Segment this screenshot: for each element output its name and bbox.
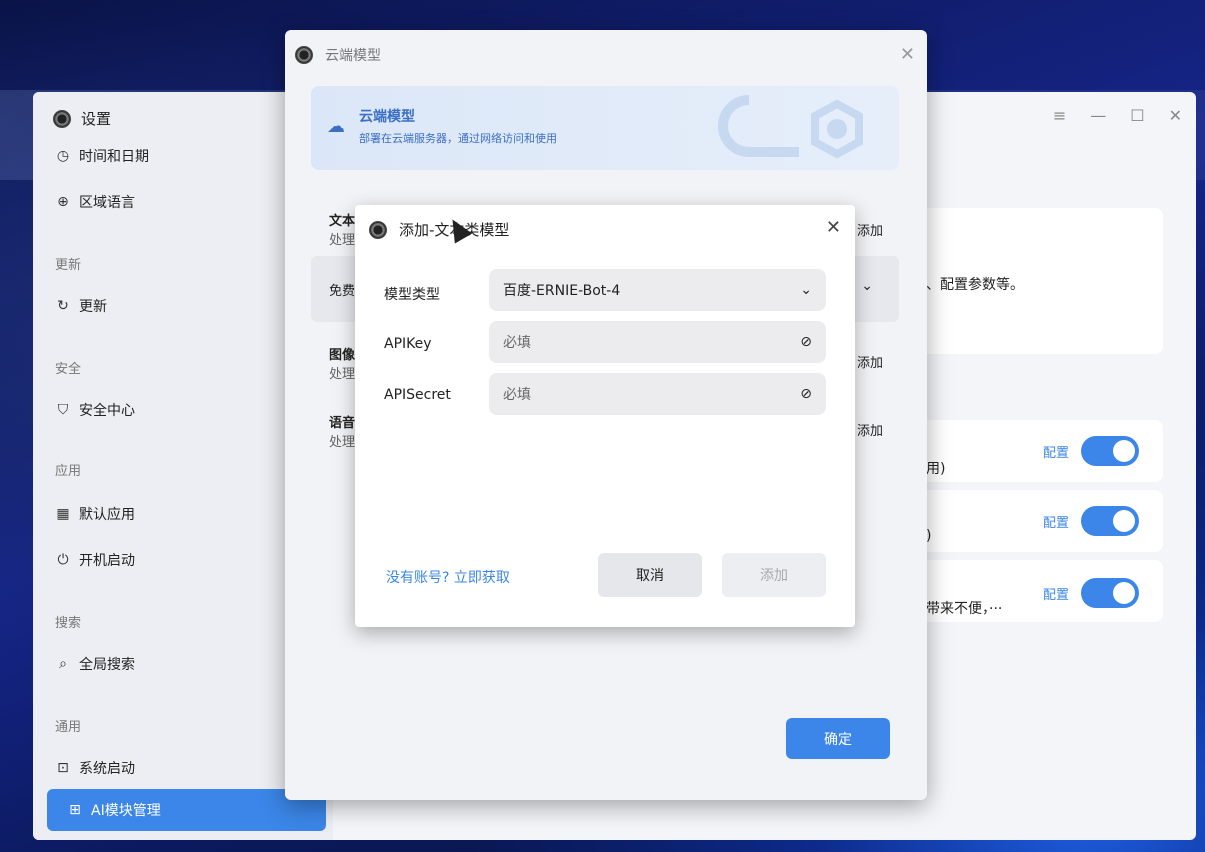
config-link[interactable]: 配置: [1043, 584, 1069, 603]
cloud-banner: ☁ 云端模型 部署在云端服务器，通过网络访问和使用: [311, 86, 899, 170]
section-speech: 语音 处理: [329, 412, 355, 450]
add-speech-button[interactable]: 添加: [857, 420, 883, 439]
clock-icon: ◷: [56, 148, 70, 164]
module-config: 配置: [1043, 578, 1140, 608]
sidebar-item-default-apps[interactable]: ▦ 默认应用: [55, 504, 135, 524]
apps-icon: ▦: [56, 506, 70, 522]
free-label: 免费: [329, 284, 356, 299]
maximize-icon[interactable]: ☐: [1130, 106, 1144, 125]
shield-icon: ⛉: [57, 402, 69, 418]
module-config: 配置: [1043, 506, 1140, 536]
globe-icon: ⊕: [57, 194, 69, 210]
settings-title-label: 设置: [81, 110, 112, 128]
section-title: 文本: [329, 214, 356, 229]
section-title: 图像: [329, 348, 356, 363]
add-image-button[interactable]: 添加: [857, 352, 883, 371]
chevron-down-icon[interactable]: ⌄: [861, 278, 873, 294]
sidebar-group-apps: 应用: [55, 464, 82, 479]
cloud-titlebar: 云端模型: [285, 30, 927, 80]
sidebar-item-ai-module[interactable]: ⊞ AI模块管理: [47, 789, 326, 831]
cloud-icon: ☁: [327, 116, 345, 137]
model-type-select[interactable]: 百度-ERNIE-Bot-4 ⌄: [489, 269, 826, 311]
window-controls: ≡ — ☐ ✕: [1053, 106, 1182, 125]
boot-icon: ⊡: [57, 760, 69, 776]
close-icon[interactable]: ✕: [900, 44, 915, 65]
add-text-button[interactable]: 添加: [857, 220, 883, 239]
section-sub: 处理: [329, 435, 356, 450]
module-config: 配置: [1043, 436, 1140, 466]
module-toggle[interactable]: [1081, 436, 1140, 466]
banner-subtitle: 部署在云端服务器，通过网络访问和使用: [359, 132, 557, 145]
dialog-title: 添加-文本类模型: [369, 219, 509, 240]
model-type-label: 模型类型: [384, 287, 440, 303]
module-row-text: 用): [926, 461, 946, 477]
ai-module-icon: ⊞: [69, 802, 81, 818]
cloud-decoration-icon: [718, 95, 863, 159]
sidebar-item-region-language[interactable]: ⊕ 区域语言: [55, 192, 135, 212]
apisecret-label: APISecret: [384, 387, 451, 403]
dialog-app-icon: [369, 220, 387, 239]
banner-title: 云端模型: [359, 109, 415, 125]
section-sub: 处理: [329, 367, 356, 382]
apikey-input[interactable]: 必填 ⊘: [489, 321, 826, 363]
module-toggle[interactable]: [1081, 506, 1140, 536]
sidebar-item-label: 开机启动: [79, 553, 135, 569]
sidebar-item-security-center[interactable]: ⛉ 安全中心: [55, 400, 135, 420]
startup-icon: ⏻: [57, 552, 69, 568]
description-text: 、配置参数等。: [926, 277, 1024, 293]
sidebar-item-time-date[interactable]: ◷ 时间和日期: [55, 146, 149, 166]
config-link[interactable]: 配置: [1043, 442, 1069, 461]
sidebar-group-general: 通用: [55, 720, 82, 735]
refresh-icon: ↻: [57, 298, 69, 314]
sidebar-item-label: 安全中心: [79, 403, 135, 419]
sidebar-item-label: AI模块管理: [91, 803, 161, 819]
sidebar-item-label: 区域语言: [79, 195, 135, 211]
close-icon[interactable]: ✕: [826, 217, 841, 238]
sidebar-group-update: 更新: [55, 258, 82, 273]
settings-title: 设置: [53, 108, 111, 129]
sidebar-group-search: 搜索: [55, 616, 82, 631]
model-type-value: 百度-ERNIE-Bot-4: [503, 283, 621, 299]
sidebar-item-label: 全局搜索: [79, 657, 135, 673]
get-account-link[interactable]: 没有账号? 立即获取: [386, 567, 510, 587]
sidebar-group-security: 安全: [55, 362, 82, 377]
section-sub: 处理: [329, 233, 356, 248]
sidebar-item-global-search[interactable]: ⌕ 全局搜索: [55, 654, 135, 674]
config-link[interactable]: 配置: [1043, 512, 1069, 531]
apisecret-placeholder: 必填: [503, 387, 531, 403]
section-image: 图像 处理: [329, 344, 355, 382]
apisecret-input[interactable]: 必填 ⊘: [489, 373, 826, 415]
section-text: 文本 处理: [329, 210, 355, 248]
chevron-down-icon: ⌄: [800, 282, 812, 298]
sidebar-item-update[interactable]: ↻ 更新: [55, 296, 107, 316]
section-title: 语音: [329, 416, 356, 431]
apikey-label: APIKey: [384, 336, 432, 352]
apikey-placeholder: 必填: [503, 335, 531, 351]
sidebar-item-label: 时间和日期: [79, 149, 149, 165]
ok-button[interactable]: 确定: [786, 718, 890, 759]
cloud-window-title: 云端模型: [325, 48, 381, 64]
sidebar-item-label: 更新: [79, 299, 107, 315]
cancel-button[interactable]: 取消: [598, 553, 702, 597]
cloud-app-icon: [295, 46, 313, 64]
eye-hidden-icon[interactable]: ⊘: [800, 334, 812, 350]
settings-app-icon: [53, 109, 71, 128]
search-icon: ⌕: [59, 656, 67, 672]
module-row-text: 带来不便，···: [926, 601, 1003, 617]
close-icon[interactable]: ✕: [1169, 106, 1182, 125]
eye-hidden-icon[interactable]: ⊘: [800, 386, 812, 402]
add-model-dialog: 添加-文本类模型 ✕ 模型类型 百度-ERNIE-Bot-4 ⌄ APIKey …: [355, 205, 855, 627]
sidebar-item-startup[interactable]: ⏻ 开机启动: [55, 550, 135, 570]
minimize-icon[interactable]: —: [1090, 106, 1106, 125]
sidebar-item-label: 默认应用: [79, 507, 135, 523]
sidebar-item-system-boot[interactable]: ⊡ 系统启动: [55, 758, 135, 778]
add-button[interactable]: 添加: [722, 553, 826, 597]
menu-icon[interactable]: ≡: [1053, 106, 1066, 125]
sidebar-item-label: 系统启动: [79, 761, 135, 777]
module-toggle[interactable]: [1081, 578, 1140, 608]
